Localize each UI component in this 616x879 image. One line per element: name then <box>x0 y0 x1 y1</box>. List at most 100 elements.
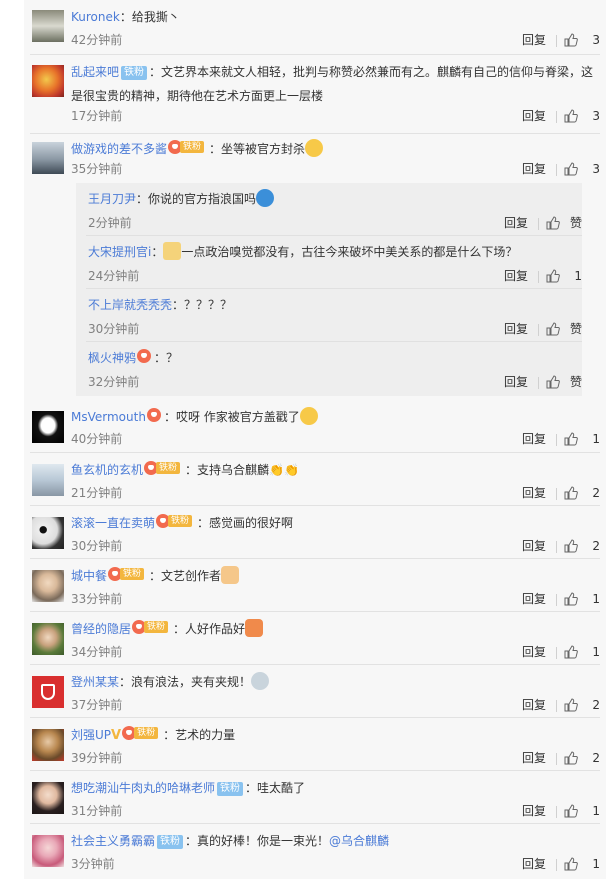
reply-button[interactable]: 回复 <box>522 802 546 820</box>
like-button[interactable]: 3 <box>560 107 600 125</box>
reply-button[interactable]: 回复 <box>522 855 546 873</box>
comment-time: 37分钟前 <box>71 698 123 712</box>
reply-button[interactable]: 回复 <box>522 31 546 49</box>
like-button[interactable]: 3 <box>560 31 600 49</box>
like-button[interactable]: 1 <box>560 643 600 661</box>
fan-heart-icon <box>146 408 163 422</box>
comment-actions: 回复 2 <box>490 696 600 714</box>
divider <box>556 488 557 500</box>
clap-emoji-icon: 👏👏 <box>269 463 299 477</box>
cheer-emoji-icon <box>245 619 264 637</box>
avatar[interactable] <box>32 676 64 708</box>
like-button[interactable]: 1 <box>560 430 600 448</box>
fan-badge: 铁粉 <box>132 620 172 634</box>
comment-list: Kuronek：给我撕丶 42分钟前 回复 3 乱起来吧 铁粉 ：文艺界本来就文人相… <box>24 0 606 879</box>
reply-actions: 回复 赞 <box>472 214 582 232</box>
fan-badge: 铁粉 <box>217 782 244 796</box>
reply-text: ：？ <box>154 351 179 365</box>
comment-time: 3分钟前 <box>71 857 115 871</box>
reply-button[interactable]: 回复 <box>522 590 546 608</box>
comment-username[interactable]: 城中餐 <box>71 569 107 583</box>
mention-link[interactable]: @乌合麒麟 <box>329 834 389 848</box>
reply-time: 2分钟前 <box>88 216 132 230</box>
fan-badge: 铁粉 <box>168 140 208 154</box>
divider <box>556 164 557 176</box>
reply-button[interactable]: 回复 <box>504 373 528 391</box>
reply-button[interactable]: 回复 <box>522 643 546 661</box>
reply-username[interactable]: 大宋提刑官i <box>88 245 151 259</box>
avatar[interactable] <box>32 411 64 443</box>
reply-button[interactable]: 回复 <box>522 537 546 555</box>
avatar[interactable] <box>32 570 64 602</box>
like-button[interactable]: 2 <box>560 537 600 555</box>
comment-username[interactable]: 滚滚一直在卖萌 <box>71 516 155 530</box>
comment-username[interactable]: 鱼玄机的玄机 <box>71 463 143 477</box>
fan-heart-icon <box>137 349 153 363</box>
divider <box>538 218 539 230</box>
comment-time: 35分钟前 <box>71 162 123 176</box>
comment-username[interactable]: 乱起来吧 <box>71 65 119 79</box>
thumbs-up-icon <box>546 375 560 389</box>
like-button[interactable]: 2 <box>560 484 600 502</box>
reply-button[interactable]: 回复 <box>522 160 546 178</box>
comment-time: 39分钟前 <box>71 751 123 765</box>
thumbs-up-icon <box>564 432 578 446</box>
like-button[interactable]: 赞 <box>542 214 582 232</box>
reply-button[interactable]: 回复 <box>522 107 546 125</box>
like-button[interactable]: 1 <box>560 802 600 820</box>
like-button[interactable]: 3 <box>560 160 600 178</box>
comment-username[interactable]: 想吃潮汕牛肉丸的哈琳老师 <box>71 781 215 795</box>
avatar[interactable] <box>32 10 64 42</box>
reply-button[interactable]: 回复 <box>504 214 528 232</box>
thumbs-up-icon <box>564 857 578 871</box>
reply-text: 一点政治嗅觉都没有，古往今来破坏中美关系的都是什么下场？ <box>181 245 518 259</box>
reply-username[interactable]: 枫火神鸦 <box>88 351 136 365</box>
reply-button[interactable]: 回复 <box>522 749 546 767</box>
avatar[interactable] <box>32 464 64 496</box>
like-button[interactable]: 2 <box>560 749 600 767</box>
avatar[interactable] <box>32 782 64 814</box>
like-button[interactable]: 1 <box>542 267 582 285</box>
thumbs-up-icon <box>564 751 578 765</box>
like-button[interactable]: 1 <box>560 855 600 873</box>
reply-button[interactable]: 回复 <box>522 696 546 714</box>
comment-item: 登州某某：浪有浪法，夹有夹规！ 37分钟前 回复 2 <box>30 665 600 718</box>
like-count: 1 <box>592 645 600 659</box>
comment-actions: 回复 2 <box>490 749 600 767</box>
like-count: 1 <box>592 432 600 446</box>
comment-username[interactable]: MsVermouth <box>71 410 146 424</box>
comment-item: 乱起来吧 铁粉 ：文艺界本来就文人相轻，批判与称赞必然兼而有之。麒麟有自己的信仰与脊… <box>30 55 600 134</box>
avatar[interactable] <box>32 623 64 655</box>
comment-username[interactable]: 做游戏的差不多酱 <box>71 142 167 156</box>
thumbs-up-icon <box>564 33 578 47</box>
reply-button[interactable]: 回复 <box>522 484 546 502</box>
reply-username[interactable]: 王月刀尹 <box>88 192 136 206</box>
reply-button[interactable]: 回复 <box>504 320 528 338</box>
comment-username[interactable]: 曾经的隐居 <box>71 622 131 636</box>
comment-actions: 回复 2 <box>490 537 600 555</box>
scared-emoji-icon <box>251 672 270 690</box>
comment-username[interactable]: 社会主义勇霸霸 <box>71 834 155 848</box>
reply-username[interactable]: 不上岸就秃秃秃 <box>88 298 172 312</box>
like-button[interactable]: 1 <box>560 590 600 608</box>
avatar[interactable] <box>32 142 64 174</box>
thumbs-up-icon <box>564 162 578 176</box>
like-button[interactable]: 赞 <box>542 320 582 338</box>
reply-actions: 回复 1 <box>472 267 582 285</box>
thumbs-up-icon <box>546 322 560 336</box>
avatar[interactable] <box>32 65 64 97</box>
divider <box>556 541 557 553</box>
club-crest-icon <box>41 684 55 700</box>
avatar[interactable] <box>32 517 64 549</box>
avatar[interactable] <box>32 729 64 761</box>
comment-username[interactable]: Kuronek <box>71 10 120 24</box>
comment-text: ：支持乌合麒麟 <box>185 463 270 477</box>
comment-username[interactable]: 刘强UP <box>71 728 111 742</box>
like-button[interactable]: 赞 <box>542 373 582 391</box>
reply-button[interactable]: 回复 <box>522 430 546 448</box>
avatar[interactable] <box>32 835 64 867</box>
comment-username[interactable]: 登州某某 <box>71 675 119 689</box>
reply-button[interactable]: 回复 <box>504 267 528 285</box>
like-button[interactable]: 2 <box>560 696 600 714</box>
comment-item: 做游戏的差不多酱 铁粉 ：坐等被官方封杀 35分钟前 回复 3 王月刀尹：你说的官方… <box>30 134 600 399</box>
